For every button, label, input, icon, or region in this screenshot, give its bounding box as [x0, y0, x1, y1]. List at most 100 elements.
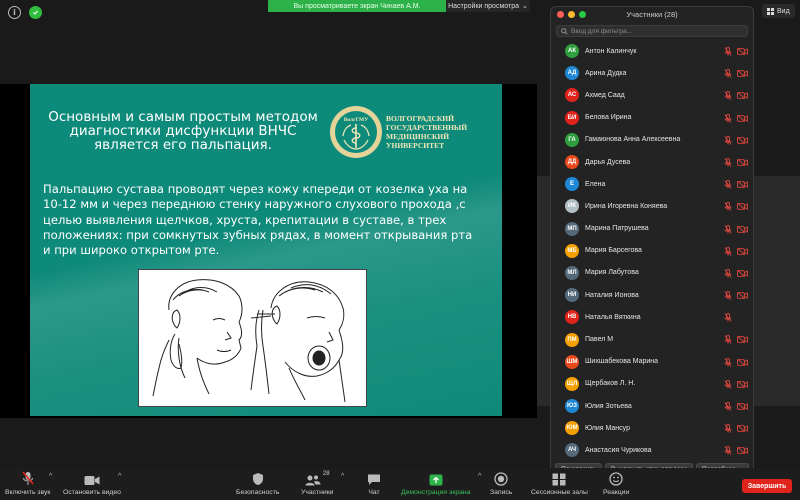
reactions-label: Реакции — [603, 489, 630, 496]
share-options-caret-icon[interactable]: ^ — [478, 473, 481, 480]
top-status-icons: i — [8, 6, 42, 19]
breakout-rooms-icon — [552, 471, 566, 486]
video-off-icon[interactable] — [737, 358, 748, 366]
muted-mic-icon[interactable] — [724, 135, 732, 145]
participant-row[interactable]: МП Марина Патрушева — [551, 218, 753, 240]
unmute-button[interactable]: Включить звук — [5, 471, 50, 496]
participant-name: Юлия Мансур — [585, 424, 630, 432]
video-off-icon[interactable] — [737, 225, 748, 233]
video-off-icon[interactable] — [737, 447, 748, 455]
participant-row[interactable]: ИК Ирина Игоревна Коняева — [551, 195, 753, 217]
muted-mic-icon[interactable] — [724, 180, 732, 189]
participant-row[interactable]: БИ Белова Ирина — [551, 107, 753, 129]
view-button[interactable]: Вид — [762, 4, 795, 18]
video-off-icon[interactable] — [737, 292, 748, 300]
muted-mic-icon — [22, 471, 34, 486]
filter-box[interactable] — [556, 25, 748, 37]
muted-mic-icon[interactable] — [724, 224, 732, 234]
participants-options-caret-icon[interactable]: ^ — [341, 473, 344, 480]
participant-row[interactable]: ЮЗ Юлия Зотьева — [551, 395, 753, 417]
share-screen-button[interactable]: Демонстрация экрана — [401, 471, 470, 496]
muted-mic-icon[interactable] — [724, 379, 732, 389]
breakout-rooms-button[interactable]: Сессионные залы — [531, 471, 588, 496]
video-button[interactable]: Остановить видео — [63, 471, 121, 496]
participant-row[interactable]: Е Елена — [551, 173, 753, 195]
video-off-icon[interactable] — [737, 70, 748, 78]
video-off-icon[interactable] — [737, 269, 748, 277]
video-off-icon[interactable] — [737, 336, 748, 344]
muted-mic-icon[interactable] — [724, 202, 732, 212]
view-settings-dropdown[interactable]: Настройки просмотра ⌄ — [446, 0, 530, 12]
avatar: ПМ — [565, 332, 579, 347]
muted-mic-icon[interactable] — [724, 357, 732, 367]
participants-icon: 28 — [305, 471, 330, 486]
participant-row[interactable]: МЛ Мария Лабутова — [551, 262, 753, 284]
participant-name: Анастасия Чурикова — [585, 446, 652, 454]
video-off-icon[interactable] — [737, 203, 748, 211]
participant-row[interactable]: ЩЛ Щербаков Л. Н. — [551, 373, 753, 395]
record-label: Запись — [490, 489, 513, 496]
participants-button[interactable]: 28 Участники — [301, 471, 333, 496]
participants-count: 28 — [322, 471, 330, 477]
participant-row[interactable]: АК Антон Калинчук — [551, 40, 753, 62]
video-off-icon[interactable] — [737, 380, 748, 388]
video-off-icon[interactable] — [737, 158, 748, 166]
participant-row[interactable]: ДД Дарья Дусева — [551, 151, 753, 173]
info-icon[interactable]: i — [8, 6, 21, 19]
muted-mic-icon[interactable] — [724, 47, 732, 56]
muted-mic-icon[interactable] — [724, 268, 732, 278]
participant-row[interactable]: ГА Гамаюнова Анна Алексеевна — [551, 129, 753, 151]
muted-mic-icon[interactable] — [724, 157, 732, 167]
audio-options-caret-icon[interactable]: ^ — [49, 473, 52, 480]
record-button[interactable]: Запись — [490, 471, 512, 496]
filter-input[interactable] — [571, 27, 741, 35]
muted-mic-icon[interactable] — [724, 113, 732, 123]
muted-mic-icon[interactable] — [724, 424, 732, 433]
participant-name: Елена — [585, 180, 606, 188]
video-off-icon[interactable] — [737, 425, 748, 433]
muted-mic-icon[interactable] — [724, 446, 732, 456]
video-off-icon[interactable] — [737, 114, 748, 122]
muted-mic-icon[interactable] — [724, 69, 732, 78]
participant-row[interactable]: ПМ Павел М — [551, 328, 753, 350]
security-button[interactable]: Безопасность — [236, 471, 279, 496]
slide-body-text: Пальпацию сустава проводят через кожу кп… — [43, 182, 473, 258]
muted-mic-icon[interactable] — [724, 313, 732, 323]
shield-icon[interactable] — [29, 6, 42, 19]
video-off-icon[interactable] — [737, 136, 748, 144]
end-meeting-button[interactable]: Завершить — [742, 479, 792, 493]
participants-list: АК Антон Калинчук АД Арина Дудка АС Ахмед Саа… — [551, 40, 753, 462]
participant-row[interactable]: ШМ Шихшабекова Марина — [551, 351, 753, 373]
participant-row[interactable]: ЮМ Юлия Мансур — [551, 417, 753, 439]
video-options-caret-icon[interactable]: ^ — [118, 473, 121, 480]
muted-mic-icon[interactable] — [724, 91, 732, 101]
unmute-label: Включить звук — [5, 489, 51, 496]
participant-name: Щербаков Л. Н. — [585, 380, 636, 388]
muted-mic-icon[interactable] — [724, 246, 732, 256]
chat-button[interactable]: Чат — [367, 471, 381, 496]
reactions-button[interactable]: Реакции — [603, 471, 629, 496]
muted-mic-icon[interactable] — [724, 291, 732, 300]
participant-row[interactable]: НИ Наталия Ионова — [551, 284, 753, 306]
video-off-icon[interactable] — [737, 247, 748, 255]
muted-mic-icon[interactable] — [724, 402, 732, 411]
participant-row[interactable]: АД Арина Дудка — [551, 62, 753, 84]
view-settings-label: Настройки просмотра — [448, 2, 519, 10]
muted-mic-icon[interactable] — [724, 335, 732, 345]
participant-name: Ахмед Саад — [585, 91, 625, 99]
video-off-icon[interactable] — [737, 92, 748, 100]
video-camera-icon — [84, 471, 100, 486]
participant-row[interactable]: НВ Наталья Вяткина — [551, 306, 753, 328]
avatar: ЩЛ — [565, 376, 579, 391]
participant-row[interactable]: АС Ахмед Саад — [551, 84, 753, 106]
avatar: БИ — [565, 110, 579, 125]
avatar: МЛ — [565, 265, 579, 280]
participant-name: Наталья Вяткина — [585, 313, 641, 321]
participants-panel: Участники (28) АК Антон Калинчук АД Арина Д… — [550, 6, 754, 483]
university-name: ВОЛГОГРАДСКИЙ ГОСУДАРСТВЕННЫЙ МЕДИЦИНСКИ… — [386, 114, 467, 150]
participant-name: Мария Барсегова — [585, 247, 642, 255]
participant-row[interactable]: МБ Мария Барсегова — [551, 240, 753, 262]
video-off-icon[interactable] — [737, 181, 748, 189]
video-off-icon[interactable] — [737, 48, 748, 55]
video-off-icon[interactable] — [737, 403, 748, 410]
